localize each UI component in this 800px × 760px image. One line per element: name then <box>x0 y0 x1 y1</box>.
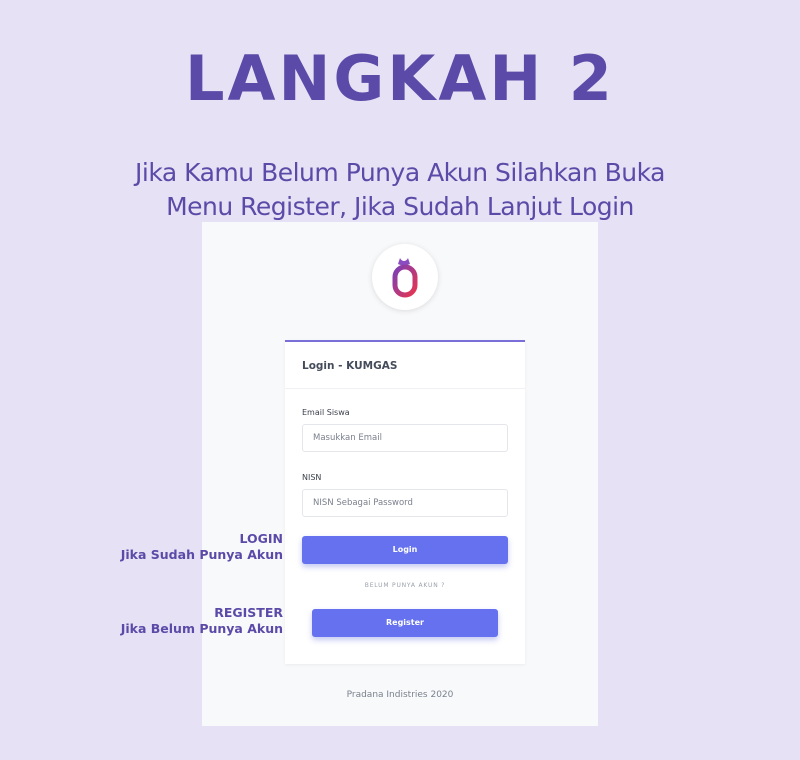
login-annotation-title: LOGIN <box>239 531 283 546</box>
instruction-line-2: Menu Register, Jika Sudah Lanjut Login <box>166 192 634 221</box>
step-heading: LANGKAH 2 <box>185 42 615 115</box>
register-button[interactable]: Register <box>312 609 498 637</box>
instruction-line-1: Jika Kamu Belum Punya Akun Silahkan Buka <box>135 158 665 187</box>
login-annotation-desc: Jika Sudah Punya Akun <box>120 547 283 562</box>
nisn-label: NISN <box>302 473 322 482</box>
login-button[interactable]: Login <box>302 536 508 564</box>
login-page-screenshot: Login - KUMGAS Email Siswa NISN Login BE… <box>202 222 598 726</box>
instruction-text: Jika Kamu Belum Punya Akun Silahkan Buka… <box>80 156 720 224</box>
no-account-text: BELUM PUNYA AKUN ? <box>364 582 446 589</box>
register-annotation-desc: Jika Belum Punya Akun <box>120 621 283 636</box>
register-annotation-title: REGISTER <box>214 605 283 620</box>
nisn-password-field[interactable] <box>302 489 508 517</box>
login-card-title: Login - KUMGAS <box>302 360 398 372</box>
login-card-header: Login - KUMGAS <box>285 342 525 389</box>
register-annotation: REGISTER Jika Belum Punya Akun <box>121 605 283 637</box>
login-annotation: LOGIN Jika Sudah Punya Akun <box>121 531 283 563</box>
login-card: Login - KUMGAS Email Siswa NISN Login BE… <box>285 340 525 664</box>
email-field[interactable] <box>302 424 508 452</box>
kumgas-logo-icon <box>372 244 438 310</box>
email-label: Email Siswa <box>302 408 350 417</box>
footer-credit: Pradana Indistries 2020 <box>346 690 454 700</box>
